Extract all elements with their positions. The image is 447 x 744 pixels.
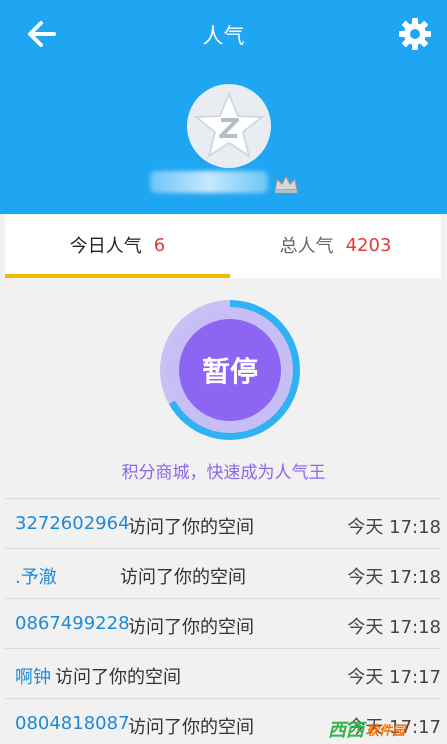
visitor-name[interactable]: 啊钟	[15, 663, 51, 689]
points-mall-link[interactable]: 积分商城，快速成为人气王	[0, 458, 447, 483]
visitor-name[interactable]: 0867499228	[15, 613, 130, 634]
list-item[interactable]: 啊钟 访问了你的空间 今天 17:17	[5, 648, 441, 698]
page-title: 人气	[202, 24, 245, 48]
crown-icon	[274, 174, 298, 193]
list-item[interactable]: .予澈 访问了你的空间 今天 17:18	[5, 548, 441, 598]
timer-ring-inner: 暂停	[167, 307, 293, 433]
list-item[interactable]: 3272602964 访问了你的空间 今天 17:18	[5, 498, 441, 548]
avatar[interactable]	[187, 84, 271, 168]
tab-count: 6	[153, 234, 166, 256]
watermark-logo: 西西	[328, 720, 364, 741]
visit-list: 3272602964 访问了你的空间 今天 17:18 .予澈 访问了你的空间 …	[5, 498, 441, 744]
visit-time: 今天 17:18	[347, 617, 441, 638]
visit-time: 今天 17:17	[347, 667, 441, 688]
visitor-name[interactable]: 3272602964	[15, 513, 130, 534]
tab-label: 今日人气	[69, 236, 142, 257]
visit-time: 今天 17:18	[347, 567, 441, 588]
site-watermark: 西西 软件园	[328, 714, 446, 744]
visit-action: 访问了你的空间	[128, 517, 254, 538]
timer-progress-ring: 暂停	[160, 300, 300, 440]
tab-label: 总人气	[279, 236, 334, 257]
tab-today-popularity[interactable]: 今日人气 6	[5, 215, 230, 275]
active-tab-indicator	[5, 274, 230, 278]
visitor-name[interactable]: .予澈	[15, 563, 57, 589]
visit-action: 访问了你的空间	[55, 667, 181, 688]
visitor-name[interactable]: 0804818087	[15, 713, 130, 734]
visit-time: 今天 17:18	[347, 517, 441, 538]
pause-button[interactable]: 暂停	[179, 319, 281, 421]
tab-total-popularity[interactable]: 总人气 4203	[230, 215, 441, 275]
nickname-redacted	[150, 171, 268, 193]
qzone-star-icon	[193, 91, 265, 159]
list-item[interactable]: 0867499228 访问了你的空间 今天 17:18	[5, 598, 441, 648]
visit-action: 访问了你的空间	[120, 567, 246, 588]
visit-action: 访问了你的空间	[128, 617, 254, 638]
gear-icon	[399, 18, 431, 50]
watermark-text: 软件园	[366, 723, 406, 739]
tab-bar: 今日人气 6 总人气 4203	[5, 215, 441, 278]
tab-count: 4203	[345, 234, 392, 256]
header-bar: 人气	[0, 0, 447, 214]
settings-button[interactable]	[395, 14, 435, 54]
visit-action: 访问了你的空间	[128, 717, 254, 738]
